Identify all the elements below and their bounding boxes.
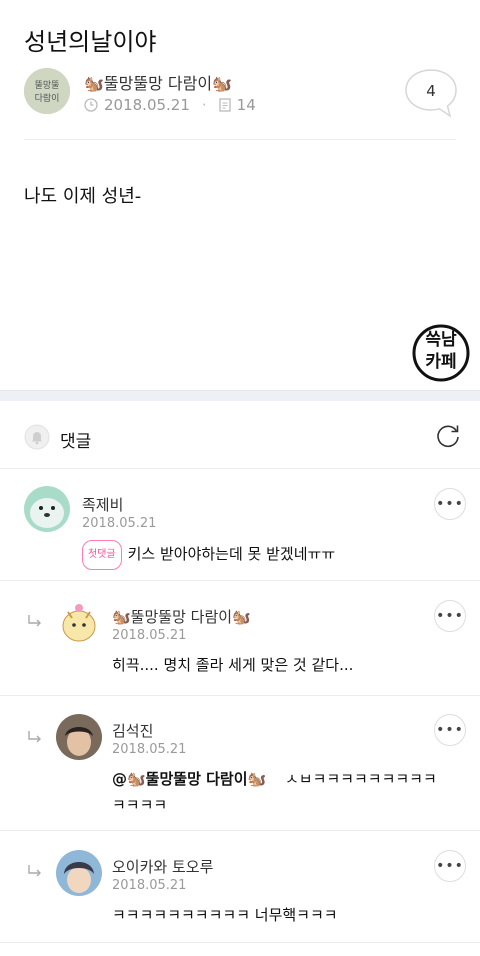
comment-date: 2018.05.21 (112, 878, 187, 893)
refresh-icon[interactable] (434, 422, 462, 450)
comment-avatar[interactable] (56, 714, 102, 760)
clock-icon (84, 98, 98, 112)
reply-arrow-icon (28, 731, 41, 743)
author-name[interactable]: 🐿️뚤망뚤망 다람이🐿️ (84, 70, 232, 94)
comment-text: 첫댓글 키스 받아야하는데 못 받겠네ㅠㅠ (82, 540, 335, 570)
post-title: 성년의날이야 (24, 28, 157, 56)
comment-author[interactable]: 🐿️뚤망뚤망 다람이🐿️ (112, 606, 251, 627)
comment-avatar[interactable] (56, 850, 102, 896)
header-divider (24, 139, 456, 140)
comment-divider (0, 695, 480, 696)
comment-mention[interactable]: @🐿️뚤망뚤망 다람이🐿️ (112, 770, 266, 788)
reply-arrow-icon (28, 865, 41, 877)
view-count: 14 (236, 96, 256, 114)
comment-author[interactable]: 오이카와 토오루 (112, 856, 213, 877)
svg-text:다람이: 다람이 (35, 92, 60, 104)
comment-date: 2018.05.21 (82, 516, 157, 531)
post-content: 나도 이제 성년- (24, 186, 142, 207)
comment-author[interactable]: 김석진 (112, 720, 153, 741)
reply-arrow-icon (28, 615, 41, 627)
more-icon[interactable]: ••• (434, 714, 466, 746)
more-icon[interactable]: ••• (434, 850, 466, 882)
comment-body: ㅅㅂㅋㅋㅋㅋㅋㅋㅋㅋㅋ (284, 770, 437, 788)
section-separator (0, 390, 480, 401)
badge-line-1: 쓱남 (425, 330, 457, 350)
comment-body-line-2: ㅋㅋㅋㅋ (112, 796, 168, 814)
more-icon[interactable]: ••• (434, 488, 466, 520)
cafe-badge: 쓱남 카페 (410, 324, 472, 382)
comment-divider (0, 580, 480, 581)
comment-avatar[interactable] (56, 600, 102, 646)
post-meta: 2018.05.21 · 14 (84, 96, 256, 114)
post-date: 2018.05.21 (104, 96, 190, 114)
first-comment-badge: 첫댓글 (82, 540, 122, 570)
comment-author[interactable]: 족제비 (82, 494, 123, 515)
comment-date: 2018.05.21 (112, 628, 187, 643)
comment-count-button[interactable]: 4 (404, 68, 458, 118)
badge-line-2: 카페 (425, 352, 457, 372)
comment-body: 키스 받아야하는데 못 받겠네ㅠㅠ (127, 545, 336, 563)
comments-header: 댓글 (24, 424, 91, 455)
comments-header-divider (0, 468, 480, 469)
comment-body: ㅋㅋㅋㅋㅋㅋㅋㅋㅋㅋ 너무핵ㅋㅋㅋ (112, 906, 338, 924)
comment-count: 4 (426, 82, 436, 100)
more-icon[interactable]: ••• (434, 600, 466, 632)
comment-date: 2018.05.21 (112, 742, 187, 757)
bell-icon[interactable] (24, 424, 50, 455)
document-icon (219, 98, 231, 112)
comment-body: 히끅.... 명치 졸라 세게 맞은 것 같다... (112, 656, 354, 674)
comments-title: 댓글 (60, 432, 92, 452)
comment-divider (0, 830, 480, 831)
meta-separator: · (201, 96, 207, 114)
svg-text:뚤망뚤: 뚤망뚤 (35, 80, 60, 91)
comment-divider (0, 942, 480, 943)
comment-text: @🐿️뚤망뚤망 다람이🐿️ ㅅㅂㅋㅋㅋㅋㅋㅋㅋㅋㅋ ㅋㅋㅋㅋ (112, 766, 452, 818)
author-avatar[interactable]: 뚤망뚤 다람이 (24, 68, 70, 114)
comment-avatar[interactable] (24, 486, 70, 532)
